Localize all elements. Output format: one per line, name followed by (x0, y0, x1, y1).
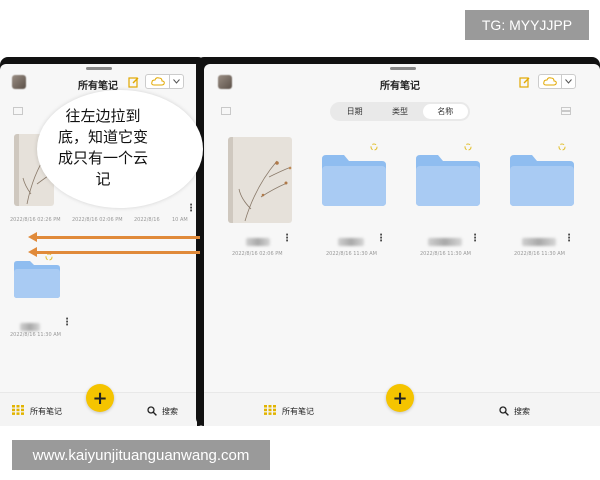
nav-all-notes[interactable]: 所有笔记 (282, 406, 314, 417)
note-date: 2022/8/16 02:26 PM (10, 217, 61, 223)
item-date: 2022/8/16 11:30 AM (514, 251, 565, 257)
swipe-arrow-icon (28, 247, 200, 257)
avatar[interactable] (218, 75, 232, 89)
grid-icon[interactable] (264, 405, 276, 415)
folder-name-blurred (338, 238, 364, 246)
add-note-button[interactable]: + (386, 384, 414, 412)
cloud-icon[interactable] (146, 75, 169, 88)
folder-icon[interactable] (322, 154, 386, 210)
nav-search[interactable]: 搜索 (162, 406, 178, 417)
right-device-frame: 所有笔记 日期 类型 名称 ⋮ 2022/8/16 02:06 PM ⋮ 202… (196, 57, 600, 426)
grid-view-icon[interactable] (220, 106, 232, 116)
notebook-name-blurred (246, 238, 270, 246)
more-options-icon[interactable]: ⋮ (564, 234, 574, 244)
avatar[interactable] (12, 75, 26, 89)
sync-control[interactable] (538, 74, 576, 89)
folder-name-blurred (522, 238, 556, 246)
item-date: 2022/8/16 11:30 AM (420, 251, 471, 257)
folder-icon[interactable] (510, 154, 574, 210)
drag-handle[interactable] (86, 67, 112, 70)
grid-view-icon[interactable] (12, 106, 24, 116)
watermark-bottom: www.kaiyunjituanguanwang.com (12, 440, 270, 470)
sync-status-icon (369, 142, 379, 152)
instruction-text: 往左边拉到底，知道它变成只有一个云记 (57, 107, 148, 188)
folder-icon[interactable] (416, 154, 480, 210)
sync-control[interactable] (145, 74, 184, 89)
nav-search[interactable]: 搜索 (514, 406, 530, 417)
watermark-top: TG: MYYJJPP (465, 10, 589, 40)
more-options-icon[interactable]: ⋮ (62, 318, 72, 328)
notebook-cover[interactable] (228, 137, 292, 223)
folder-name-blurred (20, 323, 40, 331)
list-view-icon[interactable] (560, 106, 572, 116)
sync-status-icon (557, 142, 567, 152)
edit-note-icon[interactable] (127, 75, 141, 89)
more-options-icon[interactable]: ⋮ (186, 204, 196, 214)
chevron-down-icon[interactable] (169, 75, 183, 88)
more-options-icon[interactable]: ⋮ (470, 234, 480, 244)
folder-date: 2022/8/16 11:30 AM (10, 332, 61, 338)
nav-all-notes[interactable]: 所有笔记 (30, 406, 62, 417)
edit-note-icon[interactable] (518, 75, 532, 89)
folder-icon[interactable] (14, 260, 60, 302)
item-date: 2022/8/16 02:06 PM (232, 251, 283, 257)
add-note-button[interactable]: + (86, 384, 114, 412)
screenshot-canvas: TG: MYYJJPP 所有笔记 2022/8/16 02:26 PM 2022… (0, 0, 600, 480)
more-options-icon[interactable]: ⋮ (376, 234, 386, 244)
note-date: 10 AM (172, 217, 188, 223)
item-date: 2022/8/16 11:30 AM (326, 251, 377, 257)
page-title: 所有笔记 (380, 81, 420, 92)
chevron-down-icon[interactable] (561, 75, 575, 88)
sort-tab-date[interactable]: 日期 (332, 104, 377, 119)
sort-tab-type[interactable]: 类型 (377, 104, 422, 119)
right-screen: 所有笔记 日期 类型 名称 ⋮ 2022/8/16 02:06 PM ⋮ 202… (204, 64, 600, 426)
grid-icon[interactable] (12, 405, 24, 415)
drag-handle[interactable] (390, 67, 416, 70)
more-options-icon[interactable]: ⋮ (282, 234, 292, 244)
cloud-icon[interactable] (539, 75, 561, 88)
swipe-arrow-icon (28, 232, 200, 242)
folder-name-blurred (428, 238, 462, 246)
sort-segmented-control: 日期 类型 名称 (330, 102, 470, 121)
sort-tab-name[interactable]: 名称 (422, 104, 468, 119)
note-date: 2022/8/16 02:06 PM (72, 217, 123, 223)
sync-status-icon (463, 142, 473, 152)
search-icon[interactable] (498, 405, 509, 416)
note-date: 2022/8/16 (134, 217, 160, 223)
search-icon[interactable] (146, 405, 157, 416)
